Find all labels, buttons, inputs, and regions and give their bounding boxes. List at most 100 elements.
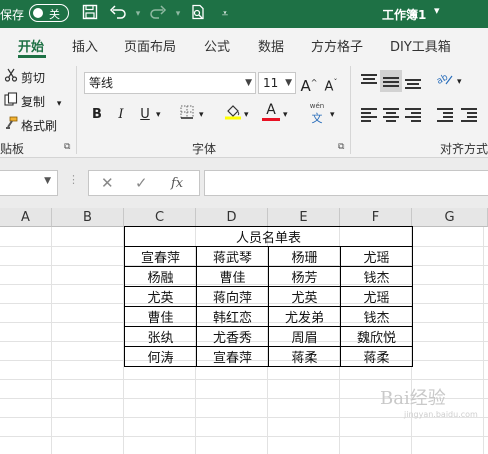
- orientation-button[interactable]: ab: [434, 70, 456, 92]
- name-box[interactable]: ▼: [0, 170, 58, 196]
- ribbon-home: 剪切 复制 ▾ 格式刷 贴板 ⧉ 等线 ▼ 11 ▼ A^ Aˇ B I U ▾…: [0, 58, 488, 158]
- align-center-button[interactable]: [380, 104, 402, 126]
- align-right-icon: [405, 108, 421, 122]
- table-cell[interactable]: 蒋柔: [268, 346, 341, 367]
- bold-button[interactable]: B: [86, 104, 108, 126]
- col-header-e[interactable]: E: [268, 208, 340, 227]
- align-top-button[interactable]: [358, 70, 380, 92]
- formula-input[interactable]: [204, 170, 488, 196]
- tab-data[interactable]: 数据: [258, 36, 284, 55]
- copy-dropdown-icon[interactable]: ▾: [57, 99, 62, 109]
- borders-button[interactable]: [176, 104, 198, 126]
- table-cell[interactable]: 韩红恋: [196, 306, 269, 327]
- table-cell[interactable]: 魏欣悦: [340, 326, 413, 347]
- phonetic-button[interactable]: wén 文: [306, 102, 328, 126]
- table-cell[interactable]: 钱杰: [340, 266, 413, 287]
- italic-button[interactable]: I: [110, 104, 132, 126]
- table-row: 杨融 曹佳 杨芳 钱杰: [124, 266, 413, 287]
- tab-fangfang[interactable]: 方方格子: [311, 36, 363, 55]
- table-cell[interactable]: 曹佳: [196, 266, 269, 287]
- tab-home[interactable]: 开始: [18, 36, 44, 55]
- table-row: 尤英 蒋向萍 尤英 尤瑶: [124, 286, 413, 307]
- print-preview-icon[interactable]: [188, 4, 208, 24]
- insert-function-icon[interactable]: fx: [171, 176, 183, 191]
- customize-toolbar-icon[interactable]: ⩡: [215, 4, 235, 24]
- font-color-button[interactable]: A: [260, 102, 282, 124]
- tab-insert[interactable]: 插入: [72, 36, 98, 55]
- table-cell[interactable]: 宣春萍: [124, 246, 197, 267]
- table-cell[interactable]: 何涛: [124, 346, 197, 367]
- undo-icon[interactable]: [108, 4, 128, 24]
- col-header-f[interactable]: F: [340, 208, 412, 227]
- table-cell[interactable]: 尤发弟: [268, 306, 341, 327]
- phonetic-dropdown-icon[interactable]: ▾: [330, 110, 335, 120]
- tab-page-layout[interactable]: 页面布局: [124, 36, 176, 55]
- align-bottom-button[interactable]: [402, 70, 424, 92]
- title-dropdown-icon[interactable]: ▾: [434, 4, 440, 17]
- table-cell[interactable]: 周眉: [268, 326, 341, 347]
- resize-handle-icon[interactable]: ⋮: [68, 173, 79, 186]
- cancel-icon[interactable]: ✕: [101, 174, 114, 192]
- table-cell[interactable]: 杨珊: [268, 246, 341, 267]
- font-color-dropdown-icon[interactable]: ▾: [283, 110, 288, 120]
- col-header-c[interactable]: C: [124, 208, 196, 227]
- fill-color-button[interactable]: [222, 102, 244, 124]
- save-icon[interactable]: [80, 4, 100, 24]
- grow-font-button[interactable]: A^: [298, 72, 320, 95]
- table-cell[interactable]: 钱杰: [340, 306, 413, 327]
- table-cell[interactable]: 曹佳: [124, 306, 197, 327]
- copy-button[interactable]: 复制 ▾: [4, 92, 61, 110]
- table-cell[interactable]: 尤香秀: [196, 326, 269, 347]
- fill-color-dropdown-icon[interactable]: ▾: [244, 110, 249, 120]
- chevron-down-icon: ▼: [285, 78, 292, 88]
- redo-dropdown-icon[interactable]: ▾: [168, 4, 188, 24]
- group-separator: [76, 66, 77, 154]
- col-header-d[interactable]: D: [196, 208, 268, 227]
- roster-table: 人员名单表 宣春萍 蒋武琴 杨珊 尤瑶 杨融 曹佳 杨芳 钱杰 尤英 蒋向萍 尤…: [124, 226, 413, 367]
- table-cell[interactable]: 尤瑶: [340, 246, 413, 267]
- cut-button[interactable]: 剪切: [4, 68, 45, 86]
- underline-dropdown-icon[interactable]: ▾: [156, 110, 161, 120]
- underline-button[interactable]: U: [134, 104, 156, 126]
- col-header-a[interactable]: A: [0, 208, 52, 227]
- shrink-font-button[interactable]: Aˇ: [320, 72, 342, 94]
- align-left-button[interactable]: [358, 104, 380, 126]
- autosave-toggle[interactable]: 关: [29, 4, 69, 22]
- table-cell[interactable]: 尤瑶: [340, 286, 413, 307]
- tab-formulas[interactable]: 公式: [204, 36, 230, 55]
- font-size-value: 11: [263, 76, 279, 90]
- table-cell[interactable]: 蒋向萍: [196, 286, 269, 307]
- formula-buttons: ✕ ✓ fx: [88, 170, 200, 196]
- col-header-g[interactable]: G: [412, 208, 488, 227]
- table-row: 宣春萍 蒋武琴 杨珊 尤瑶: [124, 246, 413, 267]
- table-cell[interactable]: 蒋柔: [340, 346, 413, 367]
- scissors-icon: [4, 68, 18, 85]
- decrease-indent-button[interactable]: [434, 104, 456, 126]
- align-bottom-icon: [405, 74, 421, 89]
- table-cell[interactable]: 尤英: [268, 286, 341, 307]
- enter-icon[interactable]: ✓: [135, 174, 148, 192]
- font-launcher-icon[interactable]: ⧉: [338, 142, 344, 152]
- table-title-cell[interactable]: 人员名单表: [124, 226, 413, 247]
- font-name-select[interactable]: 等线 ▼: [84, 72, 256, 94]
- col-header-b[interactable]: B: [52, 208, 124, 227]
- table-cell[interactable]: 尤英: [124, 286, 197, 307]
- table-row: 曹佳 韩红恋 尤发弟 钱杰: [124, 306, 413, 327]
- table-cell[interactable]: 杨芳: [268, 266, 341, 287]
- tab-diy-toolbox[interactable]: DIY工具箱: [390, 36, 451, 55]
- table-cell[interactable]: 宣春萍: [196, 346, 269, 367]
- align-right-button[interactable]: [402, 104, 424, 126]
- increase-indent-button[interactable]: [458, 104, 480, 126]
- clipboard-launcher-icon[interactable]: ⧉: [64, 142, 70, 152]
- orientation-dropdown-icon[interactable]: ▾: [457, 77, 462, 87]
- font-size-select[interactable]: 11 ▼: [258, 72, 296, 94]
- redo-icon[interactable]: [148, 4, 168, 24]
- borders-dropdown-icon[interactable]: ▾: [199, 110, 204, 120]
- undo-dropdown-icon[interactable]: ▾: [128, 4, 148, 24]
- table-cell[interactable]: 杨融: [124, 266, 197, 287]
- table-cell[interactable]: 张纨: [124, 326, 197, 347]
- format-painter-button[interactable]: 格式刷: [4, 116, 57, 134]
- align-middle-button[interactable]: [380, 70, 402, 92]
- table-cell[interactable]: 蒋武琴: [196, 246, 269, 267]
- chevron-down-icon: ▼: [44, 176, 51, 186]
